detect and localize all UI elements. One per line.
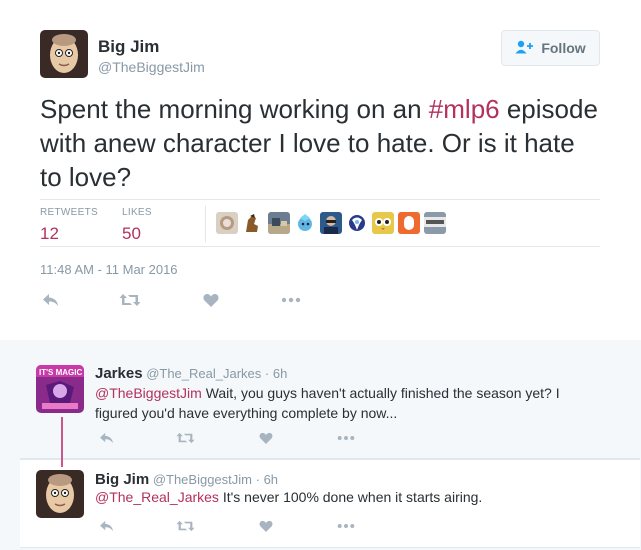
likes-count: 50 bbox=[122, 224, 141, 243]
retweet-icon[interactable] bbox=[175, 518, 195, 534]
liker-avatar-4[interactable] bbox=[294, 212, 316, 234]
retweets-stat[interactable]: RETWEETS 12 bbox=[40, 207, 98, 244]
retweets-count: 12 bbox=[40, 224, 59, 243]
liker-avatar-9[interactable] bbox=[424, 212, 446, 234]
reply-1-avatar[interactable]: IT'S MAGIC bbox=[36, 365, 84, 413]
author-handle[interactable]: @TheBiggestJim bbox=[98, 59, 205, 75]
liker-avatar-1[interactable] bbox=[216, 212, 238, 234]
liker-avatar-8[interactable] bbox=[398, 212, 420, 234]
tweet-text-start: Spent the morning working on an bbox=[40, 94, 429, 124]
more-icon[interactable] bbox=[280, 290, 302, 310]
stats-divider bbox=[205, 206, 206, 242]
follow-person-icon bbox=[515, 40, 535, 57]
tweet-text: Spent the morning working on an #mlp6 ep… bbox=[40, 92, 600, 194]
likes-label: LIKES bbox=[122, 207, 152, 218]
reply-1-avatar-text: IT'S MAGIC bbox=[39, 368, 82, 377]
retweet-icon[interactable] bbox=[119, 290, 141, 310]
reply-2-time[interactable]: 6h bbox=[264, 472, 278, 487]
reply-icon[interactable] bbox=[97, 430, 115, 446]
likes-stat[interactable]: LIKES 50 bbox=[122, 207, 152, 244]
retweets-label: RETWEETS bbox=[40, 207, 98, 218]
author-avatar[interactable] bbox=[40, 30, 88, 78]
thread-connector bbox=[61, 417, 63, 467]
reply-1-name[interactable]: Jarkes bbox=[95, 365, 143, 382]
follow-button[interactable]: Follow bbox=[501, 30, 600, 66]
reply-icon[interactable] bbox=[40, 290, 60, 310]
follow-label: Follow bbox=[541, 40, 586, 56]
liker-avatars bbox=[216, 212, 446, 234]
reply-2-body: It's never 100% done when it starts airi… bbox=[218, 489, 483, 505]
reply-1-text: @TheBiggestJim Wait, you guys haven't ac… bbox=[95, 383, 575, 423]
reply-1-handle[interactable]: @The_Real_Jarkes bbox=[146, 366, 261, 381]
reply-1-header: Jarkes @The_Real_Jarkes · 6h bbox=[95, 365, 288, 382]
liker-avatar-7[interactable] bbox=[372, 212, 394, 234]
liker-avatar-3[interactable] bbox=[268, 212, 290, 234]
hashtag-link[interactable]: #mlp6 bbox=[429, 94, 500, 124]
more-icon[interactable] bbox=[336, 518, 356, 534]
like-icon[interactable] bbox=[201, 290, 221, 310]
reply-2-header: Big Jim @TheBiggestJim · 6h bbox=[95, 471, 279, 488]
author-name[interactable]: Big Jim bbox=[98, 37, 159, 57]
retweet-icon[interactable] bbox=[175, 430, 195, 446]
reply-1-time[interactable]: 6h bbox=[273, 366, 287, 381]
main-tweet: Big Jim @TheBiggestJim Follow Spent the … bbox=[0, 0, 641, 340]
tweet-stats: RETWEETS 12 LIKES 50 bbox=[40, 199, 600, 247]
reply-1-mention[interactable]: @TheBiggestJim bbox=[95, 385, 202, 401]
reply-2-text: @The_Real_Jarkes It's never 100% done wh… bbox=[95, 487, 575, 507]
reply-icon[interactable] bbox=[97, 518, 115, 534]
reply-2-handle[interactable]: @TheBiggestJim bbox=[153, 472, 252, 487]
liker-avatar-5[interactable] bbox=[320, 212, 342, 234]
more-icon[interactable] bbox=[336, 430, 356, 446]
reply-2-mention[interactable]: @The_Real_Jarkes bbox=[95, 489, 219, 505]
tweet-timestamp[interactable]: 11:48 AM - 11 Mar 2016 bbox=[40, 262, 178, 277]
like-icon[interactable] bbox=[257, 430, 275, 446]
liker-avatar-6[interactable] bbox=[346, 212, 368, 234]
like-icon[interactable] bbox=[257, 518, 275, 534]
reply-2-avatar[interactable] bbox=[36, 470, 84, 518]
liker-avatar-2[interactable] bbox=[242, 212, 264, 234]
reply-2-name[interactable]: Big Jim bbox=[95, 471, 149, 488]
